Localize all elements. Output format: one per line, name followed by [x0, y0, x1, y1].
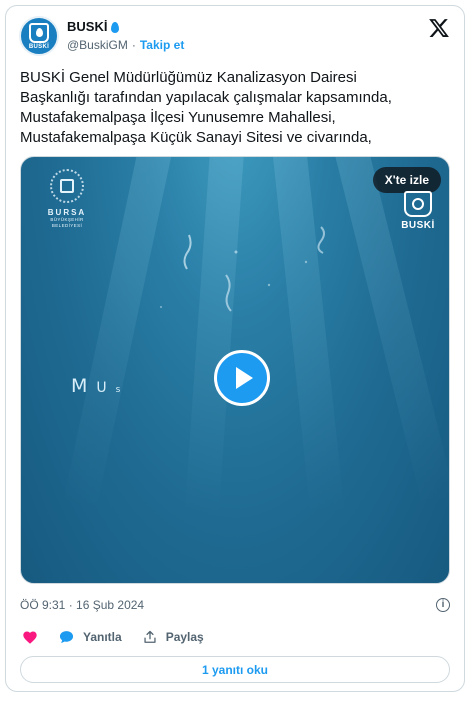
share-label: Paylaş — [165, 630, 204, 644]
heart-icon — [23, 631, 37, 644]
author-name-row: BUSKİ — [67, 19, 120, 34]
handle[interactable]: @BuskiGM — [67, 38, 128, 52]
bucket-icon — [29, 22, 49, 43]
meta-row: ÖÖ 9:31 · 16 Şub 2024 i — [20, 598, 450, 612]
like-button[interactable] — [22, 630, 38, 644]
timestamp[interactable]: ÖÖ 9:31 · 16 Şub 2024 — [20, 598, 144, 612]
display-name[interactable]: BUSKİ — [67, 19, 107, 34]
info-icon[interactable]: i — [436, 598, 450, 612]
tweet-text: BUSKİ Genel Müdürlüğümüz Kanalizasyon Da… — [20, 68, 450, 148]
tweet-line: Mustafakemalpaşa Küçük Sanayi Sitesi ve … — [20, 129, 372, 146]
buski-logo-label: BUSKİ — [401, 220, 435, 231]
bursa-logo: BURSA BÜYÜKŞEHİR BELEDİYESİ — [39, 169, 95, 229]
tweet-line: Başkanlığı tarafından yapılacak çalışmal… — [20, 89, 392, 106]
bursa-logo-sub2: BELEDİYESİ — [51, 223, 83, 228]
x-logo-icon[interactable] — [428, 17, 450, 39]
avatar-text: BUSKİ — [28, 43, 50, 50]
tweet-line: BUSKİ Genel Müdürlüğümüz Kanalizasyon Da… — [20, 69, 357, 86]
reply-button[interactable]: Yanıtla — [59, 630, 122, 644]
watch-on-x-button[interactable]: X'te izle — [372, 167, 441, 193]
caption-char: M — [71, 375, 88, 397]
reply-bubble-icon — [59, 631, 74, 644]
caption-char: s — [115, 385, 121, 395]
share-icon — [144, 630, 156, 643]
buski-logo: BUSKİ — [401, 191, 435, 231]
separator: · — [131, 38, 136, 52]
handle-row: @BuskiGM · Takip et — [67, 38, 184, 52]
bursa-logo-title: BURSA — [47, 208, 87, 217]
avatar[interactable]: BUSKİ — [19, 16, 59, 56]
reply-label: Yanıtla — [83, 630, 122, 644]
drop-icon — [111, 21, 120, 33]
share-button[interactable]: Paylaş — [143, 630, 204, 644]
caption-char: U — [96, 380, 107, 396]
play-icon[interactable] — [214, 350, 270, 406]
follow-button[interactable]: Takip et — [140, 38, 184, 52]
video-caption: M U s — [71, 375, 120, 397]
tweet-card: BUSKİ BUSKİ @BuskiGM · Takip et BUSKİ Ge… — [5, 5, 465, 692]
read-replies-button[interactable]: 1 yanıtı oku — [20, 656, 450, 683]
tweet-line: Mustafakemalpaşa İlçesi Yunusemre Mahall… — [20, 109, 336, 126]
video-player[interactable]: BURSA BÜYÜKŞEHİR BELEDİYESİ X'te izle BU… — [20, 156, 450, 584]
action-bar: Yanıtla Paylaş — [22, 630, 225, 644]
